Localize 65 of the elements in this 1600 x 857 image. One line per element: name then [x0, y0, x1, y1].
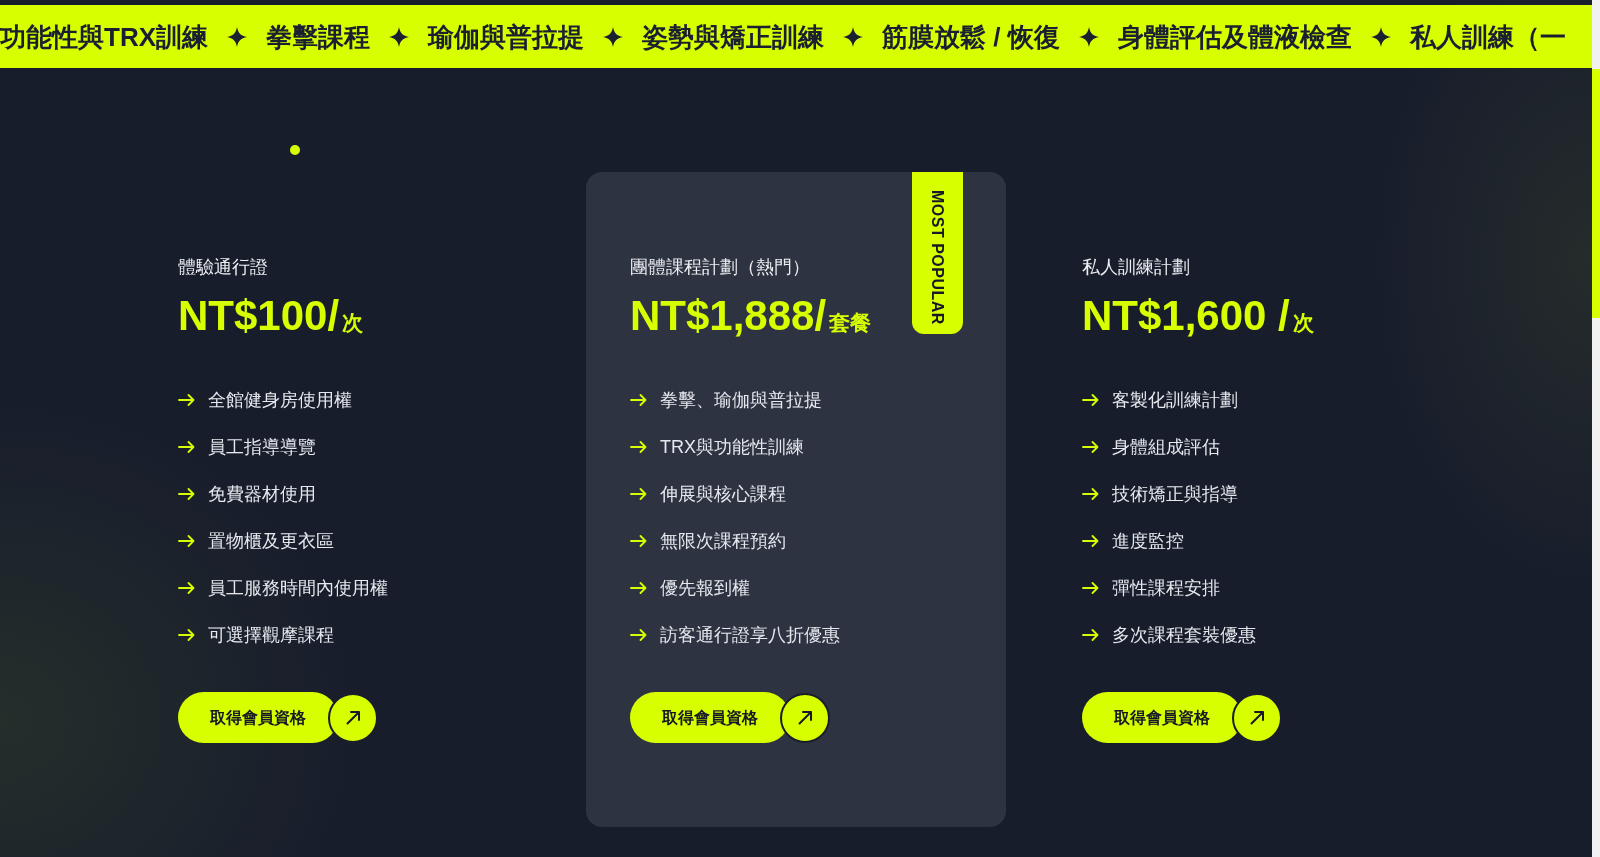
arrow-right-icon	[178, 629, 195, 641]
price-unit: 次	[342, 310, 364, 336]
feature-text: 客製化訓練計劃	[1112, 389, 1238, 412]
sparkle-icon	[389, 26, 409, 47]
sparkle-icon	[1078, 26, 1099, 47]
arrow-right-icon	[178, 535, 195, 547]
feature-text: 技術矯正與指導	[1112, 483, 1238, 506]
feature-text: 伸展與核心課程	[660, 483, 786, 506]
sparkle-icon	[227, 26, 247, 47]
arrow-right-icon	[178, 488, 195, 500]
plan-title: 體驗通行證	[178, 256, 268, 279]
price-unit: 套餐	[829, 310, 872, 336]
feature-text: 訪客通行證享八折優惠	[660, 624, 840, 647]
ticker-text: 姿勢與矯正訓練	[642, 20, 824, 53]
feature-text: 免費器材使用	[208, 483, 316, 506]
scrollbar-thumb[interactable]	[1592, 69, 1600, 318]
arrow-right-icon	[630, 629, 647, 641]
ticker-text: 私人訓練（一	[1409, 20, 1566, 53]
arrow-right-icon	[178, 394, 195, 406]
feature-text: 員工指導導覽	[208, 436, 316, 459]
arrow-right-icon	[630, 394, 647, 406]
diagonal-arrow-icon	[345, 710, 361, 725]
feature-text: 無限次課程預約	[660, 530, 786, 553]
ticker-text: 筋膜放鬆 / 恢復	[882, 20, 1060, 53]
scrollbar[interactable]	[1592, 0, 1600, 857]
feature-text: 進度監控	[1112, 530, 1184, 553]
arrow-right-icon	[178, 441, 195, 453]
diagonal-arrow-icon	[1249, 710, 1265, 725]
arrow-right-icon	[1082, 582, 1099, 594]
feature-text: 優先報到權	[660, 577, 750, 600]
arrow-right-icon	[1082, 535, 1099, 547]
feature-text: 拳擊、瑜伽與普拉提	[660, 389, 822, 412]
feature-text: 全館健身房使用權	[208, 389, 352, 412]
ticker-text: 拳擊課程	[266, 20, 370, 53]
popular-badge: MOST POPULAR	[912, 172, 963, 334]
arrow-right-icon	[1082, 441, 1099, 453]
sparkle-icon	[843, 26, 863, 47]
price-amount: NT$100/	[178, 293, 340, 339]
arrow-right-icon	[178, 582, 195, 594]
ticker-text: 身體評估及體液檢查	[1117, 20, 1352, 53]
plan-title: 私人訓練計劃	[1082, 256, 1190, 279]
feature-text: 身體組成評估	[1112, 436, 1220, 459]
price-unit: 次	[1292, 310, 1314, 336]
diagonal-arrow-icon	[797, 710, 813, 725]
arrow-right-icon	[1082, 394, 1099, 406]
feature-text: 多次課程套裝優惠	[1112, 624, 1256, 647]
feature-text: 置物櫃及更衣區	[208, 530, 334, 553]
price-amount: NT$1,888/	[630, 293, 827, 339]
plan-title: 團體課程計劃（熱門）	[630, 256, 810, 279]
feature-text: 員工服務時間內使用權	[208, 577, 388, 600]
feature-text: 彈性課程安排	[1112, 577, 1220, 600]
arrow-button[interactable]	[780, 692, 830, 743]
arrow-right-icon	[630, 582, 647, 594]
ticker-text: 瑜伽與普拉提	[428, 20, 584, 53]
feature-text: TRX與功能性訓練	[660, 436, 804, 459]
arrow-right-icon	[1082, 488, 1099, 500]
ticker-text: 功能性與TRX訓練	[0, 20, 208, 53]
price-amount: NT$1,600 /	[1082, 293, 1290, 339]
arrow-right-icon	[630, 441, 647, 453]
arrow-right-icon	[630, 535, 647, 547]
arrow-right-icon	[1082, 629, 1099, 641]
sparkle-icon	[603, 26, 623, 47]
arrow-right-icon	[630, 488, 647, 500]
feature-text: 可選擇觀摩課程	[208, 624, 334, 647]
sparkle-icon	[1370, 26, 1391, 47]
